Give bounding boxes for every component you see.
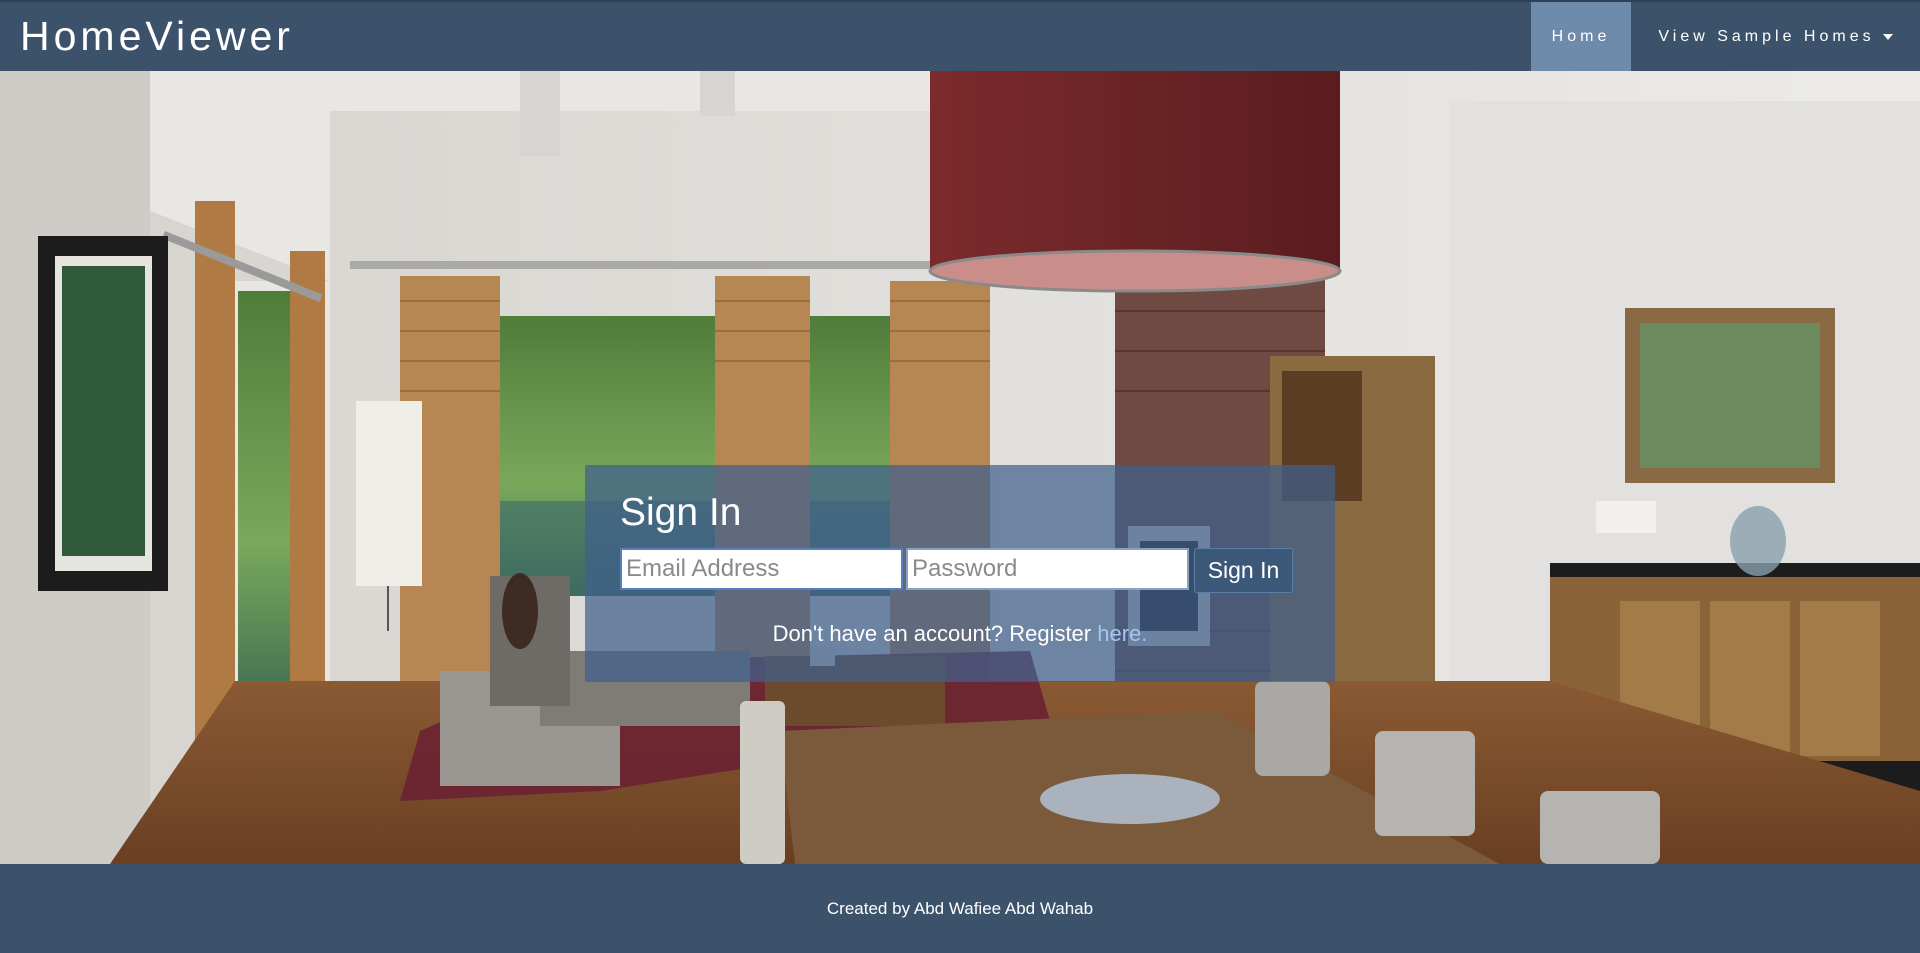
footer-credit: Created by Abd Wafiee Abd Wahab (826, 898, 1094, 918)
nav-item-home[interactable]: Home (1531, 2, 1631, 71)
register-text: Don't have an account? Register (772, 621, 1098, 646)
nav-menu: Home View Sample Homes (1531, 2, 1920, 71)
register-link[interactable]: here. (1097, 621, 1147, 646)
caret-down-icon (1882, 33, 1893, 40)
signin-panel: Sign In Sign In Don't have an account? R… (585, 465, 1335, 682)
top-navbar: HomeViewer Home View Sample Homes (0, 0, 1920, 71)
nav-item-sample-homes-label: View Sample Homes (1658, 27, 1875, 45)
brand-logo[interactable]: HomeViewer (20, 13, 294, 60)
nav-item-view-sample-homes[interactable]: View Sample Homes (1631, 2, 1920, 71)
signin-button[interactable]: Sign In (1194, 548, 1293, 593)
password-input[interactable] (906, 548, 1189, 590)
signin-title: Sign In (620, 491, 742, 534)
hero-background: Sign In Sign In Don't have an account? R… (0, 71, 1920, 864)
footer: Created by Abd Wafiee Abd Wahab (0, 864, 1920, 953)
email-input[interactable] (620, 548, 903, 590)
nav-item-home-label: Home (1551, 27, 1611, 45)
register-prompt: Don't have an account? Register here. (585, 621, 1335, 647)
